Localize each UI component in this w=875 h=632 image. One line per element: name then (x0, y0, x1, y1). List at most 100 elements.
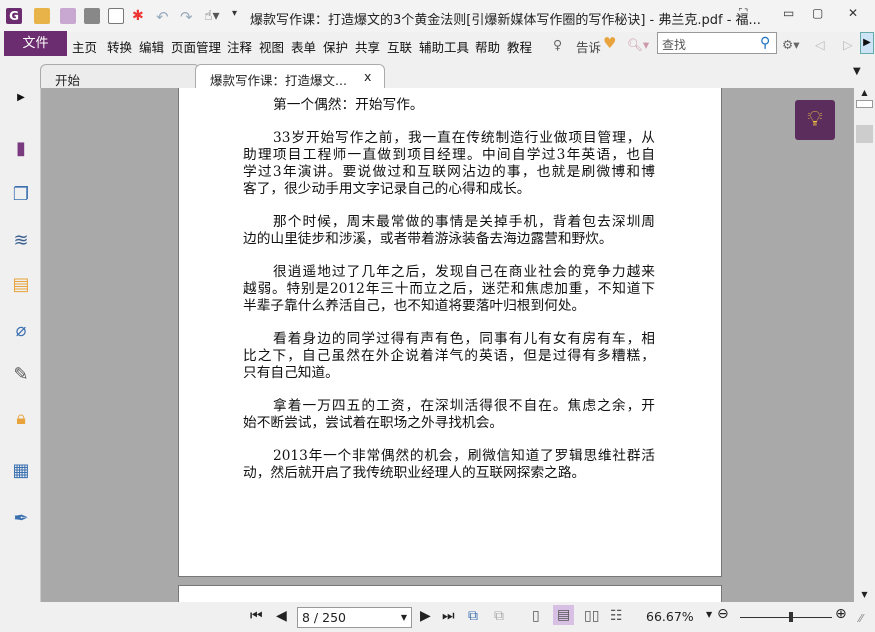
tab-start[interactable]: 开始 (40, 64, 200, 88)
ribbon-scroll-right-button[interactable]: ▶ (860, 32, 874, 54)
file-menu-button[interactable]: 文件 (4, 31, 67, 56)
lightbulb-icon[interactable]: ♀ (553, 37, 562, 52)
certify-icon[interactable]: ✒ (10, 508, 32, 530)
comments-icon[interactable]: ▤ (10, 274, 32, 296)
paragraph: 拿着一万四五的工资，在深圳活得很不自在。焦虑之余，开 始不断尝试，尝试着在职场之外… (243, 398, 655, 432)
text-line: 学过3年演讲。要说做过和互联网沾边的事，也就是刷微博和博 (243, 164, 655, 180)
customize-dropdown-icon[interactable]: ▾ (232, 8, 248, 24)
next-nav-icon[interactable]: ▷ (843, 37, 853, 52)
menu-help[interactable]: 帮助 (475, 37, 500, 56)
menu-page-management[interactable]: 页面管理 (171, 37, 221, 56)
facing-pages-icon[interactable]: ▯▯ (584, 608, 599, 624)
last-page-button[interactable]: ⏭ (442, 608, 455, 624)
document-view: 第一个偶然：开始写作。 33岁开始写作之前，我一直在传统制造行业做项目管理，从 助理… (41, 88, 854, 602)
fullscreen-icon[interactable]: ⛶ (739, 6, 747, 21)
vertical-scrollbar[interactable]: ▲ ▼ (854, 88, 875, 602)
paragraph: 33岁开始写作之前，我一直在传统制造行业做项目管理，从 助理项目工程师一直做到项目… (243, 130, 655, 198)
menu-convert[interactable]: 转换 (107, 37, 132, 56)
text-line: 半辈子靠什么养活自己，也不知道将要落叶归根到何处。 (243, 298, 586, 314)
previous-view-icon[interactable]: ⧉ (468, 608, 478, 624)
attachment-icon[interactable]: ⌀ (10, 320, 32, 342)
tab-list-dropdown-icon[interactable]: ▼ (853, 66, 861, 77)
minimize-button[interactable]: ▭ (783, 6, 794, 20)
lock-icon[interactable]: 🔒︎ (10, 408, 32, 430)
resize-grip-icon[interactable]: ⁄⁄ (859, 612, 863, 625)
zoom-dropdown-icon[interactable]: ▼ (706, 610, 712, 619)
next-page-button[interactable]: ▶ (420, 608, 431, 624)
paragraph: 2013年一个非常偶然的机会，刷微信知道了罗辑思维社群活 动，然后就开启了我传统职… (243, 448, 655, 482)
menu-comment[interactable]: 注释 (227, 37, 252, 56)
menu-connect[interactable]: 互联 (387, 37, 412, 56)
menu-tutorial[interactable]: 教程 (507, 37, 532, 56)
search-input[interactable]: 查找 (657, 32, 777, 54)
signature-icon[interactable]: ✎ (10, 364, 32, 386)
menu-protect[interactable]: 保护 (323, 37, 348, 56)
text-line: 边的山里徒步和涉溪，或者带着游泳装备去海边露营和野炊。 (243, 231, 613, 247)
find-options-icon[interactable]: 🔍︎▾ (627, 37, 649, 53)
zoom-level[interactable]: 66.67% (646, 609, 694, 624)
continuous-page-icon[interactable]: ▤ (553, 605, 575, 625)
layers-icon[interactable]: ≋ (10, 230, 32, 252)
scroll-page-marker[interactable] (856, 100, 873, 108)
scroll-up-arrow[interactable]: ▲ (856, 88, 873, 98)
heart-icon[interactable]: ♥ (603, 34, 616, 52)
menu-share[interactable]: 共享 (355, 37, 380, 56)
menu-home[interactable]: 主页 (72, 37, 97, 56)
single-page-icon[interactable]: ▯ (532, 608, 540, 624)
app-logo-icon: G (6, 8, 22, 24)
text-line: 助理项目工程师一直做到项目经理。中间自学过3年英语，也自 (243, 147, 655, 163)
close-tab-icon[interactable]: x (364, 69, 371, 84)
page-dropdown-icon[interactable]: ▼ (401, 613, 407, 622)
scroll-down-arrow[interactable]: ▼ (856, 590, 873, 600)
zoom-slider[interactable] (740, 612, 832, 622)
prev-nav-icon[interactable]: ◁ (815, 37, 825, 52)
first-page-button[interactable]: ⏮ (250, 608, 263, 624)
continuous-facing-icon[interactable]: ☷ (610, 608, 623, 624)
print-icon[interactable] (84, 8, 100, 24)
new-icon[interactable]: ✱ (132, 8, 148, 24)
previous-page-button[interactable]: ◀ (276, 608, 287, 624)
zoom-out-button[interactable]: ⊖ (717, 606, 729, 622)
next-view-icon[interactable]: ⧉ (494, 608, 504, 624)
menu-bar: 文件 主页 转换 编辑 页面管理 注释 视图 表单 保护 共享 互联 辅助工具 … (0, 31, 875, 57)
status-bar: ⏮ ◀ 8 / 250 ▼ ▶ ⏭ ⧉ ⧉ ▯ ▤ ▯▯ ☷ 66.67% ▼ ⊖… (0, 602, 875, 632)
text-line: 33岁开始写作之前，我一直在传统制造行业做项目管理，从 (273, 130, 655, 146)
zoom-slider-thumb[interactable] (788, 612, 793, 622)
pages-thumbnails-icon[interactable]: ❐ (10, 184, 32, 206)
save-icon[interactable] (60, 8, 76, 24)
page-number-input[interactable]: 8 / 250 ▼ (297, 607, 412, 628)
redo-icon[interactable]: ↷ (180, 8, 196, 26)
menu-form[interactable]: 表单 (291, 37, 316, 56)
search-icon[interactable]: ⚲ (760, 35, 770, 51)
text-line: 客了，很少动手用文字记录自己的心得和成长。 (243, 181, 531, 197)
maximize-button[interactable]: ▢ (812, 6, 823, 20)
text-line: 2013年一个非常偶然的机会，刷微信知道了罗辑思维社群活 (273, 448, 655, 464)
text-line: 很逍遥地过了几年之后，发现自己在商业社会的竞争力越来 (273, 264, 655, 280)
paragraph: 很逍遥地过了几年之后，发现自己在商业社会的竞争力越来 越弱。特别是2012年三十而… (243, 264, 655, 315)
form-fields-icon[interactable]: ▦ (10, 460, 32, 482)
tell-me[interactable]: 告诉 (576, 37, 601, 56)
undo-icon[interactable]: ↶ (156, 8, 172, 26)
text-line: 动，然后就开启了我传统职业经理人的互联网探索之路。 (243, 465, 586, 481)
expand-panel-icon[interactable]: ▶ (10, 92, 32, 114)
pdf-next-page (178, 585, 722, 602)
menu-accessibility[interactable]: 辅助工具 (419, 37, 469, 56)
properties-icon[interactable] (108, 8, 124, 24)
menu-edit[interactable]: 编辑 (139, 37, 164, 56)
hand-tool-icon[interactable]: ☝▾ (204, 8, 220, 24)
close-window-button[interactable]: ✕ (848, 6, 858, 20)
page-icon[interactable]: ▮ (10, 138, 32, 160)
tab-label: 开始 (55, 73, 81, 88)
text-line: 看着身边的同学过得有声有色，同事有儿有女有房有车，相 (273, 331, 655, 347)
zoom-in-button[interactable]: ⊕ (835, 606, 847, 622)
title-bar: G ✱ ↶ ↷ ☝▾ ▾ 爆款写作课：打造爆文的3个黄金法则[引爆新媒体写作圈的… (0, 0, 875, 32)
open-folder-icon[interactable] (34, 8, 50, 24)
tips-lightbulb-button[interactable]: 💡︎ (795, 100, 835, 140)
scroll-thumb[interactable] (856, 125, 873, 143)
paragraph: 看着身边的同学过得有声有色，同事有儿有女有房有车，相 比之下，自己虽然在外企说着洋… (243, 331, 655, 382)
text-line: 越弱。特别是2012年三十而立之后，迷茫和焦虑加重，不知道下 (243, 281, 655, 297)
tab-document[interactable]: 爆款写作课：打造爆文... x (195, 64, 385, 88)
page-text: 第一个偶然：开始写作。 33岁开始写作之前，我一直在传统制造行业做项目管理，从 助理… (243, 97, 655, 498)
settings-icon[interactable]: ⚙▾ (782, 37, 799, 52)
menu-view[interactable]: 视图 (259, 37, 284, 56)
